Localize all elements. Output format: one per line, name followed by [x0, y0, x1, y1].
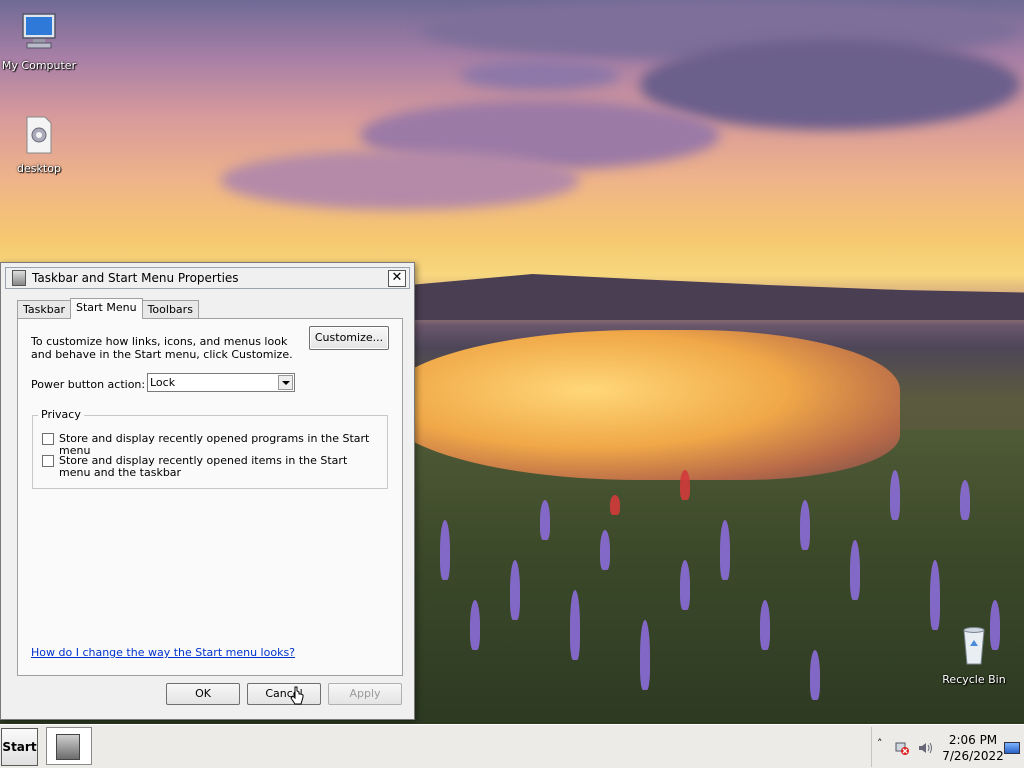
flower — [760, 600, 770, 650]
computer-icon — [22, 13, 56, 49]
network-error-icon[interactable] — [894, 740, 910, 756]
tab-toolbars[interactable]: Toolbars — [141, 300, 199, 319]
flower — [470, 600, 480, 650]
privacy-group: Privacy Store and display recently opene… — [32, 408, 388, 489]
recycle-bin-icon — [963, 627, 985, 665]
taskbar-properties-icon — [56, 734, 80, 760]
red-flower — [610, 495, 620, 515]
taskbar: Start ˄ 2:06 PM 7/26/2022 — [0, 724, 1024, 768]
cloud — [220, 150, 580, 210]
power-button-select[interactable]: Lock — [147, 373, 295, 392]
recent-items-checkbox[interactable] — [42, 455, 54, 467]
recent-programs-checkbox[interactable] — [42, 433, 54, 445]
flower — [440, 520, 450, 580]
privacy-option-items[interactable]: Store and display recently opened items … — [42, 455, 372, 479]
settings-file-icon — [26, 116, 52, 154]
flower — [810, 650, 820, 700]
close-icon: ✕ — [391, 270, 403, 285]
customize-button[interactable]: Customize... — [309, 326, 389, 350]
flower — [640, 620, 650, 690]
help-link[interactable]: How do I change the way the Start menu l… — [31, 646, 295, 659]
speaker-icon[interactable] — [917, 740, 935, 756]
desktop-icon-desktop[interactable]: desktop — [0, 113, 79, 175]
flower — [570, 590, 580, 660]
flower — [600, 530, 610, 570]
cancel-button[interactable]: Cancel — [247, 683, 321, 705]
system-tray: ˄ 2:06 PM 7/26/2022 — [871, 727, 1024, 767]
desktop-icon-my-computer[interactable]: My Computer — [0, 10, 79, 72]
tab-taskbar[interactable]: Taskbar — [17, 300, 71, 319]
cloud — [640, 40, 1020, 130]
flower — [680, 560, 690, 610]
desktop-icon-label: desktop — [17, 162, 61, 175]
desktop-icon-label: My Computer — [1, 59, 77, 72]
customize-description: To customize how links, icons, and menus… — [31, 335, 293, 361]
clock-time: 2:06 PM — [948, 733, 998, 747]
flower — [960, 480, 970, 520]
ok-button[interactable]: OK — [166, 683, 240, 705]
power-button-value: Lock — [150, 376, 176, 389]
taskbar-properties-dialog: Taskbar and Start Menu Properties ✕ Task… — [0, 262, 415, 720]
taskbar-properties-icon — [12, 270, 26, 286]
flower — [930, 560, 940, 630]
desktop-icon-recycle-bin[interactable]: Recycle Bin — [934, 624, 1014, 686]
flower — [800, 500, 810, 550]
flower — [540, 500, 550, 540]
flower — [850, 540, 860, 600]
clock[interactable]: 2:06 PM 7/26/2022 — [940, 732, 1006, 764]
chevron-up-icon[interactable]: ˄ — [877, 737, 883, 750]
power-button-label: Power button action: — [31, 378, 146, 391]
flower — [890, 470, 900, 520]
mouse-cursor-icon — [290, 686, 304, 705]
show-desktop-icon[interactable] — [1004, 742, 1020, 754]
tab-strip: Taskbar Start Menu Toolbars — [17, 298, 199, 319]
chevron-down-icon[interactable] — [278, 375, 293, 390]
start-menu-tab-panel: To customize how links, icons, and menus… — [17, 318, 403, 676]
dialog-titlebar[interactable]: Taskbar and Start Menu Properties ✕ — [5, 267, 410, 289]
desktop-icon-label: Recycle Bin — [942, 673, 1006, 686]
close-button[interactable]: ✕ — [388, 270, 406, 287]
cloud — [460, 60, 620, 90]
apply-button[interactable]: Apply — [328, 683, 402, 705]
flower — [510, 560, 520, 620]
flower — [720, 520, 730, 580]
privacy-group-title: Privacy — [38, 408, 84, 421]
dialog-title: Taskbar and Start Menu Properties — [32, 271, 239, 285]
start-button[interactable]: Start — [1, 728, 38, 766]
recent-items-label: Store and display recently opened items … — [59, 454, 348, 479]
tab-start-menu[interactable]: Start Menu — [70, 298, 143, 319]
red-flower — [680, 470, 690, 500]
lake — [380, 330, 900, 480]
clock-date: 7/26/2022 — [942, 749, 1004, 763]
taskbar-item-properties[interactable] — [46, 727, 92, 765]
